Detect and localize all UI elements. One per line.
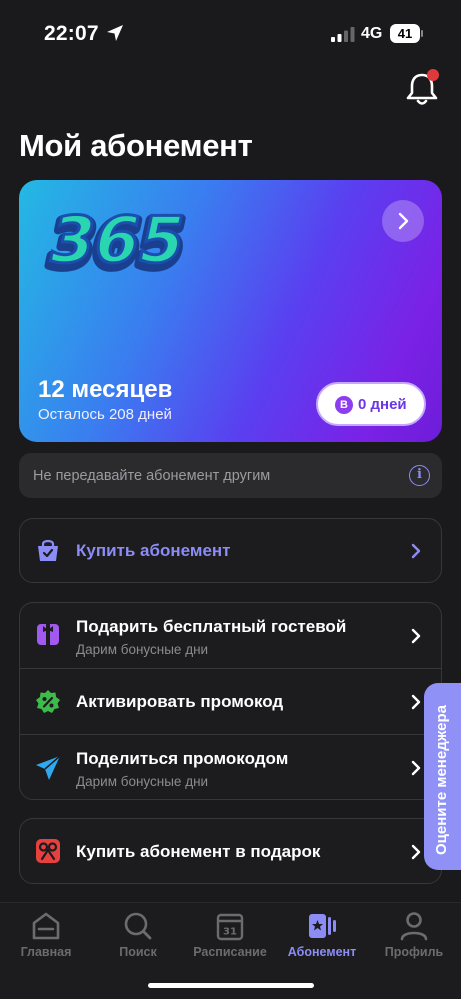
chevron-right-icon [411,543,421,559]
home-indicator [148,983,314,988]
chevron-right-icon [411,694,421,710]
buy-subscription-button[interactable]: Купить абонемент [20,519,441,582]
location-arrow-icon [107,25,123,41]
tab-search-label: Поиск [119,945,157,959]
days-remaining: Осталось 208 дней [38,406,172,423]
info-icon[interactable]: i [409,465,430,486]
gift-bow-icon [36,839,60,863]
battery-level: 41 [390,24,420,43]
tab-membership-label: Абонемент [287,945,357,959]
calendar-icon: 31 [216,913,244,941]
cellular-signal-icon [331,27,355,42]
share-promocode-sub: Дарим бонусные дни [76,774,209,789]
chevron-right-icon [398,212,409,230]
notice-text: Не передавайте абонемент другим [33,468,271,484]
brand-365-logo: 365 365 [37,202,196,280]
card-open-button[interactable] [382,200,424,242]
subscription-card[interactable]: 365 365 12 месяцев Осталось 208 дней B 0… [19,180,442,442]
share-promocode-item[interactable]: Поделиться промокодом Дарим бонусные дни [20,735,441,800]
share-promocode-label: Поделиться промокодом [76,749,289,768]
percent-badge-icon [36,690,60,713]
tab-search[interactable]: Поиск [92,903,184,973]
gift-guest-pass-sub: Дарим бонусные дни [76,642,209,657]
tab-schedule-label: Расписание [193,945,267,959]
battery-icon: 41 [390,24,423,43]
membership-card-icon [309,914,336,938]
tab-home[interactable]: Главная [0,903,92,973]
actions-list: Подарить бесплатный гостевой Дарим бонус… [19,602,442,800]
tab-schedule[interactable]: 31 Расписание [184,903,276,973]
gift-subscription-block: Купить абонемент в подарок [19,818,442,884]
gift-icon [37,624,59,645]
profile-icon [400,912,428,941]
tab-home-label: Главная [20,945,72,959]
bonus-coin-icon: B [335,396,353,414]
gift-guest-pass-label: Подарить бесплатный гостевой [76,617,347,636]
page-title: Мой абонемент [19,128,253,163]
gift-guest-pass-item[interactable]: Подарить бесплатный гостевой Дарим бонус… [20,603,441,668]
buy-subscription-label: Купить абонемент [76,541,231,560]
tab-profile-label: Профиль [384,945,444,959]
search-icon [124,912,152,940]
bonus-days-badge[interactable]: B 0 дней [316,382,426,426]
activate-promocode-label: Активировать промокод [76,692,284,711]
home-icon [32,912,60,940]
activate-promocode-item[interactable]: Активировать промокод [20,669,441,734]
chevron-right-icon [411,628,421,644]
buy-gift-subscription-button[interactable]: Купить абонемент в подарок [20,819,441,883]
rate-manager-label: Оцените менеджера [433,704,450,855]
send-icon [36,755,61,780]
svg-text:31: 31 [223,927,237,938]
tab-profile[interactable]: Профиль [368,903,460,973]
notifications-bell-button[interactable] [403,69,441,107]
bonus-days-value: 0 дней [358,396,407,413]
svg-text:365: 365 [42,204,191,278]
warning-notice: Не передавайте абонемент другим i [19,453,442,498]
chevron-right-icon [411,844,421,860]
chevron-right-icon [411,760,421,776]
tab-membership[interactable]: Абонемент [276,903,368,973]
notification-badge [427,69,439,81]
shopping-bag-icon [38,539,58,561]
status-bar: 22:07 4G 41 [0,0,461,60]
buy-gift-subscription-label: Купить абонемент в подарок [76,842,321,861]
status-time: 22:07 [44,22,99,45]
network-type: 4G [361,25,383,42]
rate-manager-tab[interactable]: Оцените менеджера [424,683,461,870]
buy-subscription-block: Купить абонемент [19,518,442,583]
subscription-period: 12 месяцев [38,376,173,403]
